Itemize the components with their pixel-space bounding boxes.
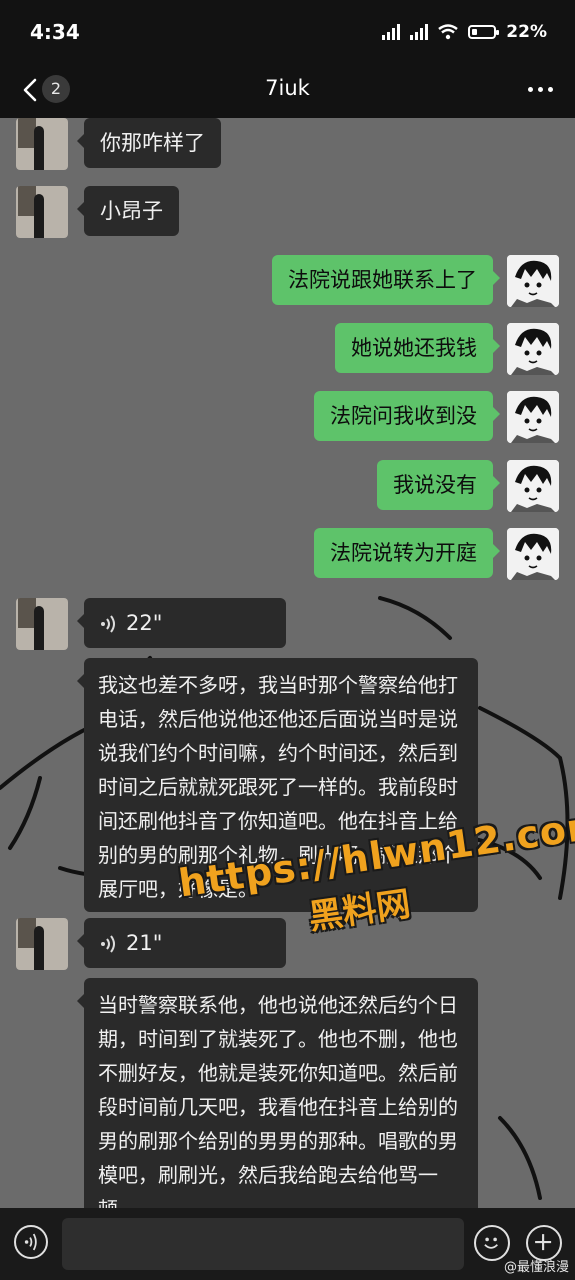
voice-transcript: 当时警察联系他，他也说他还然后约个日期，时间到了就装死了。他也不删，他也不删好友… xyxy=(77,978,478,1208)
voice-wave-icon xyxy=(101,935,115,953)
user-avatar[interactable] xyxy=(507,460,559,512)
message-input[interactable] xyxy=(62,1218,464,1270)
user-avatar[interactable] xyxy=(507,323,559,375)
contact-avatar[interactable] xyxy=(16,918,68,970)
chat-header: 2 7iuk xyxy=(0,62,575,118)
message-bubble[interactable]: 小昂子 xyxy=(77,186,179,236)
user-avatar[interactable] xyxy=(507,255,559,307)
signal-2-icon xyxy=(410,24,429,40)
sent-message-bubble[interactable]: 法院说转为开庭 xyxy=(314,528,500,578)
contact-avatar[interactable] xyxy=(16,598,68,650)
status-icons: 22% xyxy=(382,22,547,42)
message-bubble[interactable]: 你那咋样了 xyxy=(77,118,221,168)
voice-message-bubble[interactable]: 22" xyxy=(77,598,286,648)
message-list[interactable]: 你那咋样了 小昂子 法院说跟她联系上了 她说她还我钱 法院问我收到没 我说没有 … xyxy=(0,118,575,1208)
chat-title: 7iuk xyxy=(265,76,310,100)
battery-percent: 22% xyxy=(506,22,547,42)
user-avatar[interactable] xyxy=(507,528,559,580)
voice-wave-icon xyxy=(101,615,115,633)
battery-icon xyxy=(468,25,500,39)
wifi-icon xyxy=(438,24,459,40)
signal-icon xyxy=(382,24,401,40)
voice-duration: 22" xyxy=(126,611,163,635)
footer-credit: @最懂浪漫 xyxy=(503,1260,569,1275)
more-options-icon[interactable] xyxy=(528,87,553,92)
sent-message-bubble[interactable]: 法院说跟她联系上了 xyxy=(272,255,500,305)
contact-avatar[interactable] xyxy=(16,118,68,170)
sent-message-bubble[interactable]: 法院问我收到没 xyxy=(314,391,500,441)
status-time: 4:34 xyxy=(30,20,80,44)
user-avatar[interactable] xyxy=(507,391,559,443)
input-bar xyxy=(0,1208,575,1280)
sent-message-bubble[interactable]: 她说她还我钱 xyxy=(335,323,500,373)
sent-message-bubble[interactable]: 我说没有 xyxy=(377,460,500,510)
voice-input-icon[interactable] xyxy=(14,1225,48,1259)
contact-avatar[interactable] xyxy=(16,186,68,238)
status-bar: 4:34 22% xyxy=(0,0,575,62)
